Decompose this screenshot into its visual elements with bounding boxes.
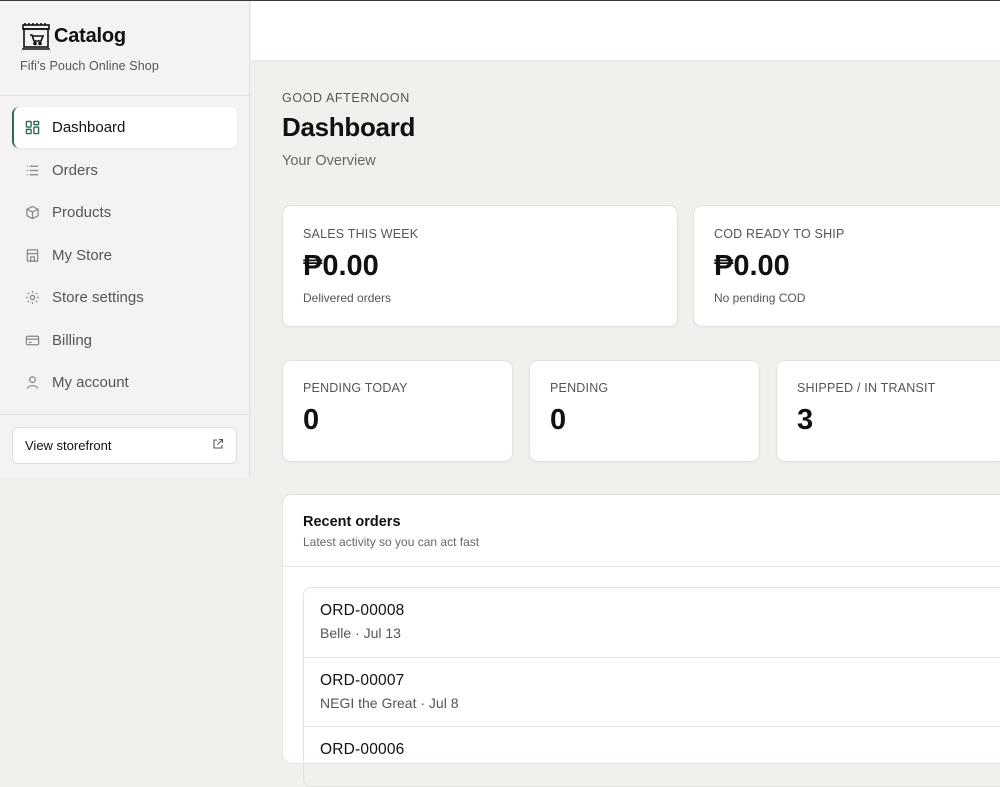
sidebar-item-orders[interactable]: Orders [12, 150, 237, 191]
brand-title: Catalog [54, 24, 126, 47]
brand-block: Catalog Fifi's Pouch Online Shop [0, 1, 249, 96]
sidebar-item-my-account[interactable]: My account [12, 362, 237, 403]
order-row[interactable]: ORD-00007 NEGI the Great · Jul 8 [304, 658, 1000, 727]
sidebar-item-label: Orders [52, 161, 98, 179]
stat-card-cod-ready-to-ship: COD READY TO SHIP ₱0.00 No pending COD [693, 205, 1000, 327]
stat-note: No pending COD [714, 291, 806, 305]
stat-value: 0 [550, 404, 567, 436]
divider [283, 566, 1000, 567]
sidebar-item-label: Store settings [52, 289, 144, 306]
order-id: ORD-00008 [320, 602, 405, 619]
stat-value: 3 [797, 404, 814, 436]
sidebar-item-products[interactable]: Products [12, 192, 237, 233]
gear-icon [24, 290, 40, 306]
sidebar-item-label: My account [52, 374, 129, 391]
recent-orders-panel: Recent orders Latest activity so you can… [282, 494, 1000, 787]
order-row[interactable]: ORD-00006 [304, 727, 1000, 786]
stat-value: ₱0.00 [303, 250, 379, 282]
storefront-wrap: View storefront [0, 415, 249, 476]
main-content: GOOD AFTERNOON Dashboard Your Overview S… [251, 62, 1000, 787]
sidebar-item-label: My Store [52, 246, 113, 264]
box-icon [24, 205, 40, 221]
stat-label: SHIPPED / IN TRANSIT [797, 381, 936, 395]
brand-subtitle: Fifi's Pouch Online Shop [20, 59, 159, 73]
sidebar-item-store-settings[interactable]: Store settings [12, 277, 237, 318]
stat-value: ₱0.00 [714, 250, 790, 282]
order-meta: NEGI the Great · Jul 8 [320, 694, 459, 711]
page-subtitle: Your Overview [282, 153, 376, 169]
sidebar-item-dashboard[interactable]: Dashboard [12, 107, 237, 148]
stat-label: COD READY TO SHIP [714, 227, 845, 241]
greeting: GOOD AFTERNOON [282, 91, 410, 105]
store-icon [24, 247, 40, 263]
sidebar-item-billing[interactable]: Billing [12, 320, 237, 361]
order-id: ORD-00006 [320, 741, 405, 758]
stat-label: PENDING [550, 381, 609, 395]
order-meta: Belle · Jul 13 [320, 625, 401, 641]
sidebar-item-label: Billing [52, 331, 93, 349]
stat-card-pending: PENDING 0 [529, 360, 760, 462]
sidebar-nav: Dashboard Orders Products My Store Store… [0, 96, 249, 415]
stat-card-shipped-in-transit: SHIPPED / IN TRANSIT 3 [776, 360, 1000, 462]
sidebar-item-label: Products [52, 204, 112, 221]
sidebar-item-my-store[interactable]: My Store [12, 235, 237, 276]
stat-card-pending-today: PENDING TODAY 0 [282, 360, 513, 462]
order-id: ORD-00007 [320, 671, 405, 689]
list-icon [24, 162, 40, 178]
credit-card-icon [24, 332, 40, 348]
page-title: Dashboard [282, 112, 416, 142]
stat-label: SALES THIS WEEK [303, 227, 419, 241]
sidebar-item-label: Dashboard [52, 119, 126, 136]
view-storefront-button[interactable]: View storefront [12, 427, 237, 464]
order-row[interactable]: ORD-00008 Belle · Jul 13 [304, 588, 1000, 658]
top-bar [251, 1, 1000, 61]
user-icon [24, 375, 40, 391]
recent-orders-subtitle: Latest activity so you can act fast [303, 535, 480, 549]
stat-value: 0 [303, 404, 320, 436]
view-storefront-label: View storefront [25, 438, 112, 453]
store-cart-logo-icon [20, 20, 52, 52]
external-link-icon [212, 438, 224, 453]
stat-label: PENDING TODAY [303, 381, 408, 395]
sidebar: Catalog Fifi's Pouch Online Shop Dashboa… [0, 1, 250, 477]
orders-list: ORD-00008 Belle · Jul 13 ORD-00007 NEGI … [303, 587, 1000, 787]
stat-note: Delivered orders [303, 291, 392, 305]
recent-orders-title: Recent orders [303, 514, 401, 530]
stat-card-sales-this-week: SALES THIS WEEK ₱0.00 Delivered orders [282, 205, 678, 327]
grid-icon [24, 120, 40, 136]
